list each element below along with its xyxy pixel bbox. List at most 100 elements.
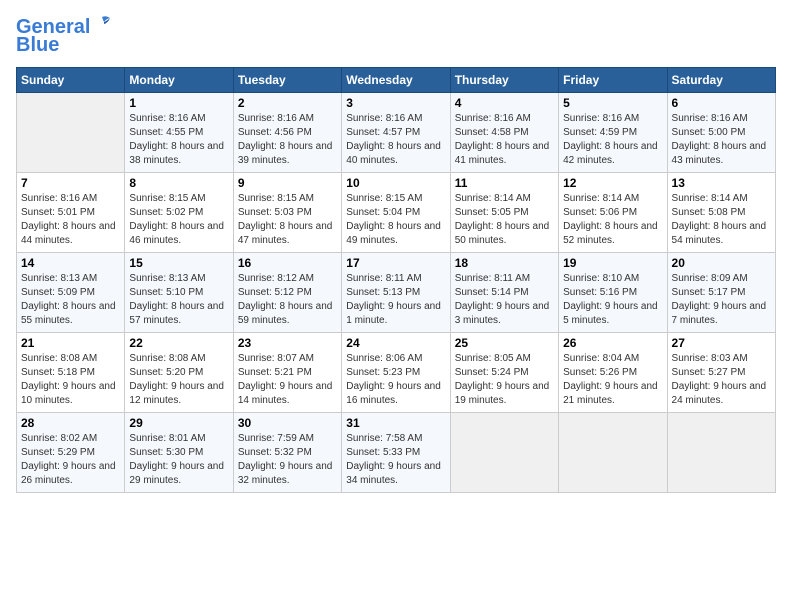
daylight-text: Daylight: 8 hours and 54 minutes. [672, 220, 771, 248]
day-info: Sunrise: 8:14 AM Sunset: 5:08 PM Dayligh… [672, 192, 771, 248]
sunrise-text: Sunrise: 7:59 AM [238, 432, 337, 446]
day-number: 30 [238, 416, 337, 430]
weekday-header-thursday: Thursday [450, 68, 558, 93]
day-number: 1 [129, 96, 228, 110]
sunset-text: Sunset: 5:01 PM [21, 206, 120, 220]
sunrise-text: Sunrise: 8:08 AM [129, 352, 228, 366]
day-info: Sunrise: 8:16 AM Sunset: 5:00 PM Dayligh… [672, 112, 771, 168]
weekday-header-friday: Friday [559, 68, 667, 93]
day-cell: 7 Sunrise: 8:16 AM Sunset: 5:01 PM Dayli… [17, 173, 125, 253]
day-info: Sunrise: 8:12 AM Sunset: 5:12 PM Dayligh… [238, 272, 337, 328]
daylight-text: Daylight: 9 hours and 1 minute. [346, 300, 445, 328]
daylight-text: Daylight: 9 hours and 19 minutes. [455, 380, 554, 408]
day-number: 13 [672, 176, 771, 190]
day-info: Sunrise: 8:16 AM Sunset: 4:57 PM Dayligh… [346, 112, 445, 168]
sunset-text: Sunset: 4:58 PM [455, 126, 554, 140]
day-info: Sunrise: 8:04 AM Sunset: 5:26 PM Dayligh… [563, 352, 662, 408]
day-cell: 15 Sunrise: 8:13 AM Sunset: 5:10 PM Dayl… [125, 253, 233, 333]
daylight-text: Daylight: 9 hours and 12 minutes. [129, 380, 228, 408]
week-row-1: 1 Sunrise: 8:16 AM Sunset: 4:55 PM Dayli… [17, 93, 776, 173]
day-number: 14 [21, 256, 120, 270]
weekday-header-monday: Monday [125, 68, 233, 93]
sunrise-text: Sunrise: 8:16 AM [455, 112, 554, 126]
daylight-text: Daylight: 9 hours and 21 minutes. [563, 380, 662, 408]
day-cell: 11 Sunrise: 8:14 AM Sunset: 5:05 PM Dayl… [450, 173, 558, 253]
sunset-text: Sunset: 5:33 PM [346, 446, 445, 460]
day-cell: 22 Sunrise: 8:08 AM Sunset: 5:20 PM Dayl… [125, 333, 233, 413]
day-number: 9 [238, 176, 337, 190]
weekday-header-sunday: Sunday [17, 68, 125, 93]
day-cell [667, 413, 775, 493]
sunrise-text: Sunrise: 8:15 AM [129, 192, 228, 206]
sunrise-text: Sunrise: 8:16 AM [672, 112, 771, 126]
day-cell: 2 Sunrise: 8:16 AM Sunset: 4:56 PM Dayli… [233, 93, 341, 173]
daylight-text: Daylight: 8 hours and 43 minutes. [672, 140, 771, 168]
day-number: 11 [455, 176, 554, 190]
day-number: 29 [129, 416, 228, 430]
day-number: 26 [563, 336, 662, 350]
day-info: Sunrise: 8:02 AM Sunset: 5:29 PM Dayligh… [21, 432, 120, 488]
sunrise-text: Sunrise: 8:12 AM [238, 272, 337, 286]
sunset-text: Sunset: 4:59 PM [563, 126, 662, 140]
daylight-text: Daylight: 8 hours and 49 minutes. [346, 220, 445, 248]
sunset-text: Sunset: 5:26 PM [563, 366, 662, 380]
day-info: Sunrise: 8:15 AM Sunset: 5:02 PM Dayligh… [129, 192, 228, 248]
day-cell: 18 Sunrise: 8:11 AM Sunset: 5:14 PM Dayl… [450, 253, 558, 333]
sunset-text: Sunset: 5:08 PM [672, 206, 771, 220]
sunset-text: Sunset: 5:10 PM [129, 286, 228, 300]
day-number: 20 [672, 256, 771, 270]
day-cell: 30 Sunrise: 7:59 AM Sunset: 5:32 PM Dayl… [233, 413, 341, 493]
sunrise-text: Sunrise: 8:03 AM [672, 352, 771, 366]
day-number: 19 [563, 256, 662, 270]
day-cell: 16 Sunrise: 8:12 AM Sunset: 5:12 PM Dayl… [233, 253, 341, 333]
day-info: Sunrise: 8:10 AM Sunset: 5:16 PM Dayligh… [563, 272, 662, 328]
day-info: Sunrise: 8:15 AM Sunset: 5:03 PM Dayligh… [238, 192, 337, 248]
day-number: 27 [672, 336, 771, 350]
day-number: 22 [129, 336, 228, 350]
sunrise-text: Sunrise: 8:15 AM [238, 192, 337, 206]
daylight-text: Daylight: 9 hours and 24 minutes. [672, 380, 771, 408]
day-cell: 9 Sunrise: 8:15 AM Sunset: 5:03 PM Dayli… [233, 173, 341, 253]
day-number: 24 [346, 336, 445, 350]
sunset-text: Sunset: 5:24 PM [455, 366, 554, 380]
sunrise-text: Sunrise: 8:13 AM [21, 272, 120, 286]
sunrise-text: Sunrise: 8:07 AM [238, 352, 337, 366]
day-cell: 1 Sunrise: 8:16 AM Sunset: 4:55 PM Dayli… [125, 93, 233, 173]
day-number: 31 [346, 416, 445, 430]
day-cell: 26 Sunrise: 8:04 AM Sunset: 5:26 PM Dayl… [559, 333, 667, 413]
day-info: Sunrise: 8:16 AM Sunset: 4:59 PM Dayligh… [563, 112, 662, 168]
day-cell [559, 413, 667, 493]
sunrise-text: Sunrise: 8:02 AM [21, 432, 120, 446]
logo: General Blue [16, 16, 112, 57]
sunset-text: Sunset: 5:23 PM [346, 366, 445, 380]
sunset-text: Sunset: 4:57 PM [346, 126, 445, 140]
day-info: Sunrise: 8:08 AM Sunset: 5:18 PM Dayligh… [21, 352, 120, 408]
weekday-header-tuesday: Tuesday [233, 68, 341, 93]
day-info: Sunrise: 8:14 AM Sunset: 5:05 PM Dayligh… [455, 192, 554, 248]
day-number: 4 [455, 96, 554, 110]
daylight-text: Daylight: 9 hours and 3 minutes. [455, 300, 554, 328]
sunrise-text: Sunrise: 8:13 AM [129, 272, 228, 286]
day-cell: 6 Sunrise: 8:16 AM Sunset: 5:00 PM Dayli… [667, 93, 775, 173]
day-number: 3 [346, 96, 445, 110]
day-number: 17 [346, 256, 445, 270]
sunset-text: Sunset: 5:12 PM [238, 286, 337, 300]
sunrise-text: Sunrise: 8:14 AM [563, 192, 662, 206]
daylight-text: Daylight: 8 hours and 52 minutes. [563, 220, 662, 248]
sunrise-text: Sunrise: 7:58 AM [346, 432, 445, 446]
day-number: 28 [21, 416, 120, 430]
daylight-text: Daylight: 8 hours and 59 minutes. [238, 300, 337, 328]
day-cell: 23 Sunrise: 8:07 AM Sunset: 5:21 PM Dayl… [233, 333, 341, 413]
daylight-text: Daylight: 9 hours and 29 minutes. [129, 460, 228, 488]
day-info: Sunrise: 7:59 AM Sunset: 5:32 PM Dayligh… [238, 432, 337, 488]
sunrise-text: Sunrise: 8:08 AM [21, 352, 120, 366]
day-cell: 28 Sunrise: 8:02 AM Sunset: 5:29 PM Dayl… [17, 413, 125, 493]
day-info: Sunrise: 8:16 AM Sunset: 5:01 PM Dayligh… [21, 192, 120, 248]
day-info: Sunrise: 8:11 AM Sunset: 5:14 PM Dayligh… [455, 272, 554, 328]
daylight-text: Daylight: 8 hours and 42 minutes. [563, 140, 662, 168]
daylight-text: Daylight: 9 hours and 5 minutes. [563, 300, 662, 328]
sunset-text: Sunset: 5:09 PM [21, 286, 120, 300]
daylight-text: Daylight: 8 hours and 57 minutes. [129, 300, 228, 328]
daylight-text: Daylight: 8 hours and 44 minutes. [21, 220, 120, 248]
sunset-text: Sunset: 5:16 PM [563, 286, 662, 300]
